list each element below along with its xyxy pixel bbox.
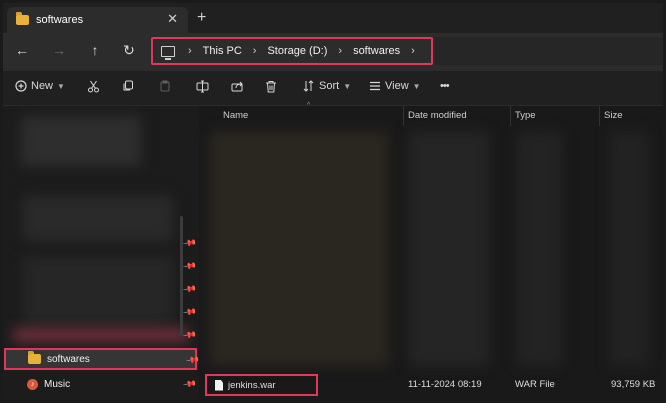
forward-button[interactable]: → — [50, 42, 68, 58]
blurred-content — [13, 328, 188, 342]
cut-button[interactable] — [87, 80, 100, 93]
pin-icon[interactable]: 📌 — [182, 305, 197, 320]
folder-icon — [28, 351, 41, 364]
blurred-content — [23, 256, 173, 326]
pin-icon[interactable]: 📌 — [182, 282, 197, 297]
blurred-content — [209, 131, 389, 366]
tab-title: softwares — [36, 14, 84, 26]
trash-icon — [266, 81, 276, 93]
blurred-content — [609, 131, 649, 366]
share-button[interactable] — [231, 80, 244, 93]
close-tab-icon[interactable]: ✕ — [167, 11, 178, 27]
refresh-button[interactable]: ↻ — [120, 42, 138, 59]
back-button[interactable]: ← — [13, 42, 31, 58]
navigation-pane: 📌 📌 📌 📌 📌 softwares 📌 ♪ Music 📌 — [3, 106, 200, 400]
list-view-icon — [370, 81, 380, 91]
breadcrumb-separator: › — [188, 45, 192, 57]
file-name: jenkins.war — [228, 379, 276, 391]
table-row[interactable]: jenkins.war 11-11-2024 08:19 WAR File 93… — [199, 374, 663, 396]
column-header-name[interactable]: Name — [223, 110, 248, 121]
file-explorer-window: softwares ✕ + ← → ↑ ↻ › This PC › Storag… — [3, 3, 663, 400]
nav-scrollbar[interactable] — [180, 216, 183, 336]
address-bar-empty-area[interactable] — [435, 37, 663, 65]
sidebar-item-label: softwares — [47, 353, 90, 365]
more-icon: ••• — [440, 80, 450, 92]
address-row: ← → ↑ ↻ › This PC › Storage (D:) › softw… — [3, 33, 663, 71]
chevron-down-icon: ▼ — [57, 81, 65, 91]
file-icon — [215, 379, 223, 391]
file-name-cell[interactable]: jenkins.war — [205, 374, 318, 396]
breadcrumb-softwares[interactable]: softwares — [353, 45, 400, 57]
view-button[interactable]: View ▼ — [369, 80, 421, 92]
column-divider[interactable] — [599, 106, 600, 126]
music-icon: ♪ — [27, 378, 38, 390]
monitor-icon — [161, 45, 175, 60]
chevron-down-icon: ▼ — [343, 81, 352, 91]
breadcrumb-separator: › — [338, 45, 343, 57]
more-options-button[interactable]: ••• — [440, 80, 450, 92]
chevron-down-icon: ▼ — [412, 81, 421, 91]
rename-icon — [196, 80, 209, 93]
tab-softwares[interactable]: softwares ✕ — [7, 7, 188, 33]
breadcrumb-storage[interactable]: Storage (D:) — [267, 45, 327, 57]
column-header-size[interactable]: Size — [604, 110, 622, 121]
copy-button[interactable] — [122, 80, 134, 92]
breadcrumb-separator: › — [252, 45, 257, 57]
sort-button[interactable]: Sort ▼ — [303, 80, 351, 92]
command-bar: New ▼ Sort ▼ View ▼ ••• — [3, 71, 663, 106]
view-button-label: View — [385, 80, 409, 92]
delete-button[interactable] — [265, 80, 277, 93]
new-tab-button[interactable]: + — [197, 9, 206, 27]
file-size: 93,759 KB — [611, 379, 656, 390]
share-icon — [231, 81, 243, 92]
column-divider[interactable] — [403, 106, 404, 126]
title-bar: softwares ✕ + — [3, 3, 663, 33]
paste-button[interactable] — [159, 80, 171, 92]
rename-button[interactable] — [196, 80, 209, 93]
blurred-content — [409, 131, 489, 366]
pin-icon[interactable]: 📌 — [182, 236, 197, 251]
column-divider[interactable] — [510, 106, 511, 126]
sort-indicator-icon: ^ — [307, 102, 311, 109]
column-header-type[interactable]: Type — [515, 110, 536, 121]
pin-icon[interactable]: 📌 — [182, 377, 197, 392]
file-date: 11-11-2024 08:19 — [408, 379, 482, 390]
up-button[interactable]: ↑ — [86, 42, 104, 58]
breadcrumb[interactable]: › This PC › Storage (D:) › softwares › — [151, 37, 433, 65]
new-button-label: New — [31, 80, 54, 92]
sidebar-item-label: Music — [44, 378, 71, 390]
breadcrumb-separator[interactable]: › — [411, 45, 415, 57]
column-header-date-modified[interactable]: Date modified — [408, 110, 467, 121]
blurred-content — [517, 131, 562, 366]
blurred-content — [23, 196, 173, 241]
sort-button-label: Sort — [319, 80, 340, 92]
new-button[interactable]: New ▼ — [15, 80, 65, 92]
file-type: WAR File — [515, 379, 555, 390]
clipboard-icon — [160, 80, 170, 92]
sidebar-item-music[interactable]: ♪ Music 📌 — [3, 374, 199, 394]
pin-icon[interactable]: 📌 — [182, 259, 197, 274]
sort-icon — [303, 80, 314, 92]
blurred-content — [21, 116, 141, 166]
copy-icon — [123, 80, 133, 91]
file-list: ^ Name Date modified Type Size jenkins.w… — [199, 102, 663, 400]
scissors-icon — [88, 80, 99, 93]
folder-icon — [16, 12, 29, 25]
breadcrumb-this-pc[interactable]: This PC — [203, 45, 242, 57]
plus-circle-icon — [15, 80, 27, 92]
sidebar-item-softwares[interactable]: softwares 📌 — [4, 348, 200, 370]
